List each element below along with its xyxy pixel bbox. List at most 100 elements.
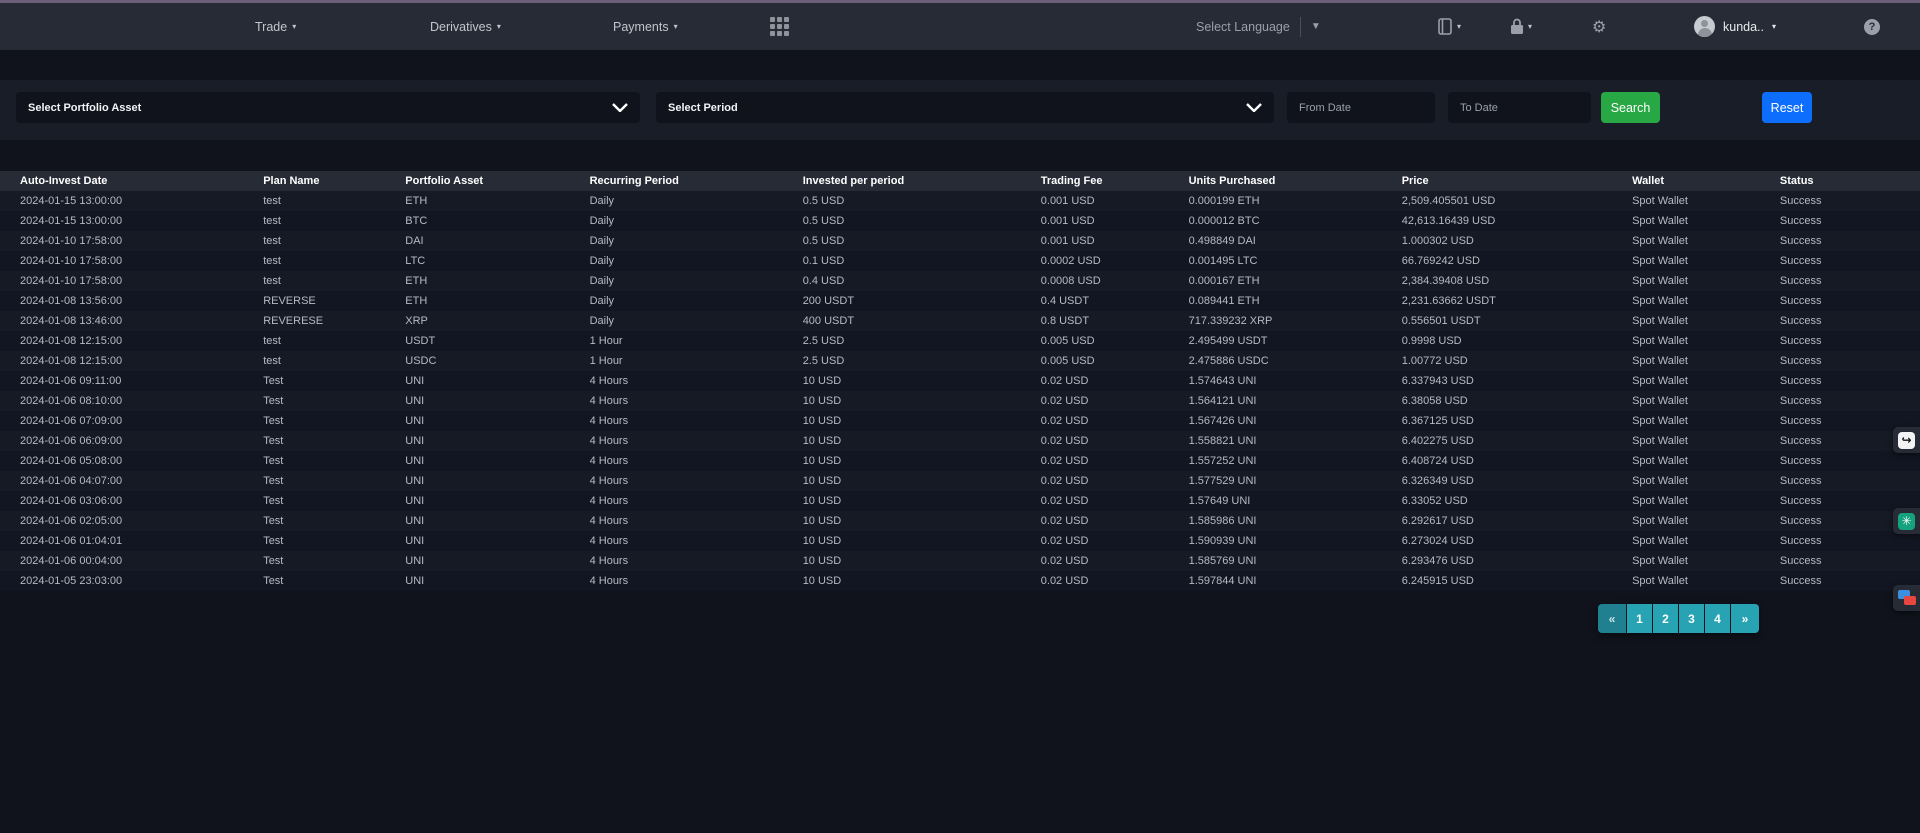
chat-bubbles-icon xyxy=(1898,590,1916,607)
table-cell: 2024-01-06 09:11:00 xyxy=(0,371,259,391)
chatgpt-icon: ✳ xyxy=(1898,513,1915,530)
table-cell: 10 USD xyxy=(799,431,1037,451)
wallet-menu-button[interactable]: ▾ xyxy=(1438,3,1461,50)
table-cell: 4 Hours xyxy=(586,491,799,511)
table-cell: 0.02 USD xyxy=(1037,511,1185,531)
chevron-down-icon: ▾ xyxy=(292,23,296,31)
table-cell: Success xyxy=(1776,311,1920,331)
table-cell: 2024-01-06 04:07:00 xyxy=(0,471,259,491)
help-button[interactable]: ? xyxy=(1864,3,1880,50)
table-cell: 0.02 USD xyxy=(1037,491,1185,511)
pagination-prev-button[interactable]: « xyxy=(1598,604,1626,633)
chatgpt-float-button[interactable]: ✳ xyxy=(1893,508,1920,534)
chevron-down-icon xyxy=(612,103,628,112)
table-cell: Test xyxy=(259,411,401,431)
table-cell: Success xyxy=(1776,231,1920,251)
table-cell: 4 Hours xyxy=(586,431,799,451)
share-float-button[interactable]: ↪ xyxy=(1893,427,1920,453)
table-cell: test xyxy=(259,191,401,211)
table-cell: Spot Wallet xyxy=(1628,411,1776,431)
table-column-header: Units Purchased xyxy=(1185,171,1398,191)
table-row: 2024-01-08 13:56:00REVERSEETHDaily200 US… xyxy=(0,291,1920,311)
chevron-down-icon: ▾ xyxy=(674,23,678,31)
settings-button[interactable]: ⚙ xyxy=(1592,3,1606,50)
apps-grid-icon[interactable] xyxy=(770,17,790,37)
search-button[interactable]: Search xyxy=(1601,92,1660,123)
table-cell: 2.495499 USDT xyxy=(1185,331,1398,351)
table-cell: Spot Wallet xyxy=(1628,231,1776,251)
table-cell: UNI xyxy=(401,451,585,471)
table-cell: Success xyxy=(1776,211,1920,231)
gear-icon: ⚙ xyxy=(1592,17,1606,36)
pagination-page-3[interactable]: 3 xyxy=(1679,604,1704,633)
table-cell: Test xyxy=(259,471,401,491)
table-cell: USDC xyxy=(401,351,585,371)
table-cell: 0.001 USD xyxy=(1037,211,1185,231)
table-cell: 0.02 USD xyxy=(1037,431,1185,451)
pagination-page-2[interactable]: 2 xyxy=(1653,604,1678,633)
table-column-header: Wallet xyxy=(1628,171,1776,191)
table-cell: 6.33052 USD xyxy=(1398,491,1628,511)
table-cell: test xyxy=(259,251,401,271)
table-cell: Test xyxy=(259,391,401,411)
table-cell: 1.564121 UNI xyxy=(1185,391,1398,411)
table-cell: 0.5 USD xyxy=(799,211,1037,231)
table-cell: 0.02 USD xyxy=(1037,411,1185,431)
table-cell: 0.001 USD xyxy=(1037,191,1185,211)
table-row: 2024-01-06 02:05:00TestUNI4 Hours10 USD0… xyxy=(0,511,1920,531)
to-date-placeholder: To Date xyxy=(1460,102,1498,114)
table-cell: 10 USD xyxy=(799,371,1037,391)
table-cell: 10 USD xyxy=(799,551,1037,571)
table-cell: 4 Hours xyxy=(586,471,799,491)
nav-item-label: Derivatives xyxy=(430,20,492,34)
table-cell: XRP xyxy=(401,311,585,331)
table-row: 2024-01-06 04:07:00TestUNI4 Hours10 USD0… xyxy=(0,471,1920,491)
table-cell: 6.38058 USD xyxy=(1398,391,1628,411)
portfolio-asset-select[interactable]: Select Portfolio Asset xyxy=(16,92,640,123)
table-cell: Spot Wallet xyxy=(1628,451,1776,471)
table-row: 2024-01-06 09:11:00TestUNI4 Hours10 USD0… xyxy=(0,371,1920,391)
nav-item-payments[interactable]: Payments ▾ xyxy=(613,3,678,50)
table-header-row: Auto-Invest DatePlan NamePortfolio Asset… xyxy=(0,171,1920,191)
nav-item-trade[interactable]: Trade ▾ xyxy=(255,3,296,50)
table-cell: Success xyxy=(1776,531,1920,551)
table-cell: 6.367125 USD xyxy=(1398,411,1628,431)
table-cell: UNI xyxy=(401,471,585,491)
security-menu-button[interactable]: ▾ xyxy=(1510,3,1532,50)
table-cell: 0.001495 LTC xyxy=(1185,251,1398,271)
table-cell: ETH xyxy=(401,191,585,211)
table-row: 2024-01-15 13:00:00testBTCDaily0.5 USD0.… xyxy=(0,211,1920,231)
table-cell: test xyxy=(259,331,401,351)
table-cell: ETH xyxy=(401,291,585,311)
table-cell: 2024-01-08 13:56:00 xyxy=(0,291,259,311)
to-date-input[interactable]: To Date xyxy=(1448,92,1591,123)
table-cell: UNI xyxy=(401,491,585,511)
table-cell: Success xyxy=(1776,551,1920,571)
pagination-next-button[interactable]: » xyxy=(1731,604,1759,633)
user-menu[interactable]: kunda.. ▾ xyxy=(1694,3,1776,50)
table-cell: Test xyxy=(259,451,401,471)
language-selector[interactable]: Select Language ▼ xyxy=(1196,3,1321,50)
nav-item-derivatives[interactable]: Derivatives ▾ xyxy=(430,3,501,50)
chevron-down-icon: ▾ xyxy=(1457,23,1461,31)
lock-icon xyxy=(1510,18,1524,35)
table-cell: 1.557252 UNI xyxy=(1185,451,1398,471)
table-cell: 2024-01-06 06:09:00 xyxy=(0,431,259,451)
from-date-input[interactable]: From Date xyxy=(1287,92,1435,123)
table-cell: Test xyxy=(259,531,401,551)
period-select[interactable]: Select Period xyxy=(656,92,1274,123)
chevron-down-icon xyxy=(1246,103,1262,112)
chat-float-button[interactable] xyxy=(1893,585,1920,611)
table-cell: 0.556501 USDT xyxy=(1398,311,1628,331)
table-cell: 2.5 USD xyxy=(799,331,1037,351)
table-cell: 2024-01-06 07:09:00 xyxy=(0,411,259,431)
table-cell: Success xyxy=(1776,351,1920,371)
reset-button[interactable]: Reset xyxy=(1762,92,1812,123)
pagination-page-4[interactable]: 4 xyxy=(1705,604,1730,633)
table-cell: 0.02 USD xyxy=(1037,531,1185,551)
pagination-page-1[interactable]: 1 xyxy=(1627,604,1652,633)
table-cell: 6.245915 USD xyxy=(1398,571,1628,591)
table-cell: UNI xyxy=(401,371,585,391)
table-cell: 6.292617 USD xyxy=(1398,511,1628,531)
table-cell: 2,231.63662 USDT xyxy=(1398,291,1628,311)
